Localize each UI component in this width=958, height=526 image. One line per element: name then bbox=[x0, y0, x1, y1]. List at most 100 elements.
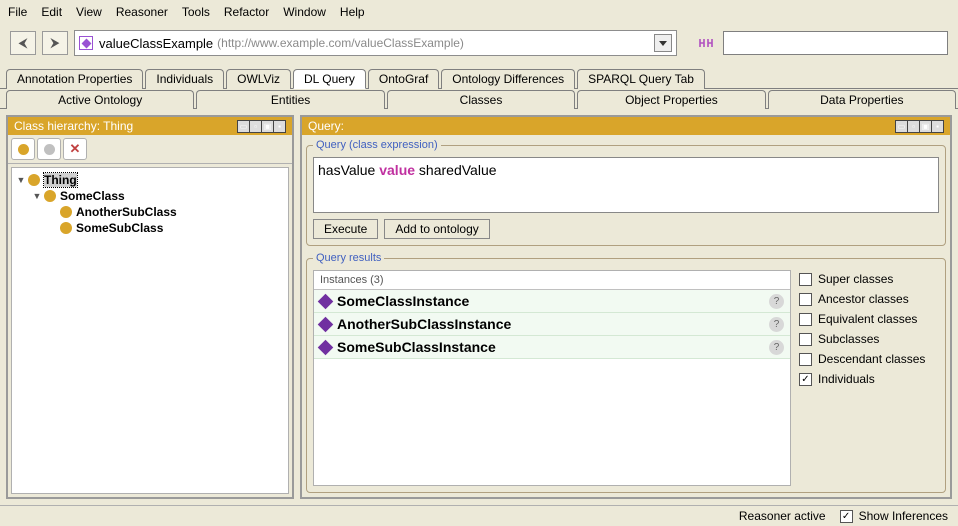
class-hierarchy-panel: Class hierarchy: Thing ▭ ▫ ▣ ▪ ✕ ▼ Thing… bbox=[6, 115, 294, 499]
menu-file[interactable]: File bbox=[6, 3, 39, 21]
class-tree[interactable]: ▼ Thing ▼ SomeClass ▼ AnotherSubClass ▼ … bbox=[11, 167, 289, 494]
add-sibling-button[interactable] bbox=[37, 138, 61, 160]
back-button[interactable]: ⮜ bbox=[10, 31, 36, 55]
search-input[interactable] bbox=[723, 31, 948, 55]
query-button-row: Execute Add to ontology bbox=[313, 219, 939, 239]
show-inferences-checkbox[interactable]: Show Inferences bbox=[840, 509, 948, 523]
menu-tools[interactable]: Tools bbox=[180, 3, 222, 21]
tab-sparql[interactable]: SPARQL Query Tab bbox=[577, 69, 705, 89]
result-name: SomeSubClassInstance bbox=[337, 339, 496, 355]
explain-icon[interactable]: ? bbox=[769, 340, 784, 355]
checkbox-label: Super classes bbox=[818, 272, 893, 286]
tree-toolbar: ✕ bbox=[8, 135, 292, 164]
result-row[interactable]: SomeClassInstance ? bbox=[314, 290, 790, 313]
tree-toggle-icon[interactable]: ▼ bbox=[32, 191, 42, 201]
explain-icon[interactable]: ? bbox=[769, 317, 784, 332]
checkbox-label: Individuals bbox=[818, 372, 875, 386]
query-panel-title-text: Query: bbox=[308, 119, 344, 133]
checkbox-icon[interactable] bbox=[840, 510, 853, 523]
checkbox-equivalent-classes[interactable]: Equivalent classes bbox=[799, 312, 939, 326]
forward-button[interactable]: ⮞ bbox=[42, 31, 68, 55]
tree-label: AnotherSubClass bbox=[76, 205, 177, 219]
checkbox-icon[interactable] bbox=[799, 373, 812, 386]
add-subclass-button[interactable] bbox=[11, 138, 35, 160]
tab-owlviz[interactable]: OWLViz bbox=[226, 69, 291, 89]
panel-close-icon[interactable]: ▪ bbox=[931, 120, 944, 133]
checkbox-label: Subclasses bbox=[818, 332, 879, 346]
delete-class-button[interactable]: ✕ bbox=[63, 138, 87, 160]
result-row[interactable]: SomeSubClassInstance ? bbox=[314, 336, 790, 359]
query-results-fieldset: Query results Instances (3) SomeClassIns… bbox=[306, 252, 946, 493]
tree-node-somesubclass[interactable]: ▼ SomeSubClass bbox=[16, 220, 284, 236]
checkbox-label: Ancestor classes bbox=[818, 292, 909, 306]
ontology-dropdown-arrow[interactable] bbox=[654, 34, 672, 52]
class-icon bbox=[28, 174, 40, 186]
menu-reasoner[interactable]: Reasoner bbox=[114, 3, 180, 21]
menubar: File Edit View Reasoner Tools Refactor W… bbox=[0, 0, 958, 24]
checkbox-icon[interactable] bbox=[799, 353, 812, 366]
query-body: Query (class expression) hasValue value … bbox=[302, 135, 950, 497]
checkbox-descendant-classes[interactable]: Descendant classes bbox=[799, 352, 939, 366]
query-expression-legend: Query (class expression) bbox=[313, 139, 441, 151]
lower-tabstrip: Active Ontology Entities Classes Object … bbox=[0, 89, 958, 109]
result-name: SomeClassInstance bbox=[337, 293, 469, 309]
individual-icon bbox=[318, 316, 334, 332]
query-panel-title: Query: ▭ ▫ ▣ ▪ bbox=[302, 117, 950, 135]
class-hierarchy-title: Class hierarchy: Thing ▭ ▫ ▣ ▪ bbox=[8, 117, 292, 135]
tab-ontology-differences[interactable]: Ontology Differences bbox=[441, 69, 575, 89]
class-icon bbox=[44, 190, 56, 202]
checkbox-label: Show Inferences bbox=[859, 509, 948, 523]
explain-icon[interactable]: ? bbox=[769, 294, 784, 309]
query-text: hasValue bbox=[318, 162, 379, 178]
tab-object-properties[interactable]: Object Properties bbox=[577, 90, 765, 109]
ontology-uri: (http://www.example.com/valueClassExampl… bbox=[217, 36, 464, 50]
checkbox-label: Descendant classes bbox=[818, 352, 925, 366]
query-text: sharedValue bbox=[415, 162, 496, 178]
checkbox-icon[interactable] bbox=[799, 313, 812, 326]
checkbox-icon[interactable] bbox=[799, 333, 812, 346]
menu-view[interactable]: View bbox=[74, 3, 114, 21]
result-name: AnotherSubClassInstance bbox=[337, 316, 511, 332]
ontology-selector[interactable]: valueClassExample (http://www.example.co… bbox=[74, 30, 677, 56]
tab-entities[interactable]: Entities bbox=[196, 90, 384, 109]
checkbox-icon[interactable] bbox=[799, 293, 812, 306]
class-icon bbox=[60, 206, 72, 218]
tabstrip-container: Annotation Properties Individuals OWLViz… bbox=[0, 64, 958, 109]
execute-button[interactable]: Execute bbox=[313, 219, 378, 239]
tab-annotation-properties[interactable]: Annotation Properties bbox=[6, 69, 143, 89]
tab-data-properties[interactable]: Data Properties bbox=[768, 90, 956, 109]
tab-dl-query[interactable]: DL Query bbox=[293, 69, 366, 89]
menu-refactor[interactable]: Refactor bbox=[222, 3, 281, 21]
tree-label: Thing bbox=[44, 173, 77, 187]
search-icon bbox=[693, 31, 717, 55]
tab-individuals[interactable]: Individuals bbox=[145, 69, 224, 89]
tab-active-ontology[interactable]: Active Ontology bbox=[6, 90, 194, 109]
tree-toggle-icon[interactable]: ▼ bbox=[16, 175, 26, 185]
menu-help[interactable]: Help bbox=[338, 3, 377, 21]
result-type-checkboxes: Super classes Ancestor classes Equivalen… bbox=[799, 270, 939, 486]
query-expression-input[interactable]: hasValue value sharedValue bbox=[313, 157, 939, 213]
tab-ontograf[interactable]: OntoGraf bbox=[368, 69, 439, 89]
main-content: Class hierarchy: Thing ▭ ▫ ▣ ▪ ✕ ▼ Thing… bbox=[0, 109, 958, 505]
results-header: Instances (3) bbox=[314, 271, 790, 290]
tab-classes[interactable]: Classes bbox=[387, 90, 575, 109]
result-row[interactable]: AnotherSubClassInstance ? bbox=[314, 313, 790, 336]
checkbox-icon[interactable] bbox=[799, 273, 812, 286]
checkbox-super-classes[interactable]: Super classes bbox=[799, 272, 939, 286]
query-panel: Query: ▭ ▫ ▣ ▪ Query (class expression) … bbox=[300, 115, 952, 499]
panel-close-icon[interactable]: ▪ bbox=[273, 120, 286, 133]
tree-node-thing[interactable]: ▼ Thing bbox=[16, 172, 284, 188]
reasoner-status: Reasoner active bbox=[739, 509, 826, 523]
class-icon bbox=[60, 222, 72, 234]
menu-edit[interactable]: Edit bbox=[39, 3, 74, 21]
menu-window[interactable]: Window bbox=[281, 3, 338, 21]
panel-window-controls: ▭ ▫ ▣ ▪ bbox=[896, 120, 944, 133]
ontology-name: valueClassExample bbox=[99, 36, 213, 51]
tree-node-someclass[interactable]: ▼ SomeClass bbox=[16, 188, 284, 204]
tree-node-anothersubclass[interactable]: ▼ AnotherSubClass bbox=[16, 204, 284, 220]
checkbox-ancestor-classes[interactable]: Ancestor classes bbox=[799, 292, 939, 306]
add-to-ontology-button[interactable]: Add to ontology bbox=[384, 219, 489, 239]
checkbox-subclasses[interactable]: Subclasses bbox=[799, 332, 939, 346]
ontology-icon bbox=[79, 36, 93, 50]
checkbox-individuals[interactable]: Individuals bbox=[799, 372, 939, 386]
